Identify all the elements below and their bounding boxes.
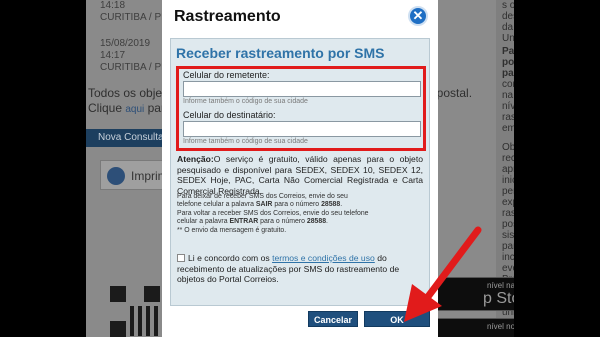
sender-phone-input[interactable] — [183, 81, 421, 97]
restart-line-2: celular a palavra ENTRAR para o número 2… — [177, 218, 328, 226]
restart-number: 28588 — [306, 218, 327, 226]
stop-line-2-post: para o número — [274, 201, 320, 209]
history-time: 14:18 — [100, 0, 126, 11]
panel-title: Receber rastreamento por SMS — [176, 45, 385, 61]
right-letterbox — [514, 0, 600, 337]
history-row: 14:18 CURITIBA / PR — [100, 0, 168, 24]
attention-label: Atenção: — [177, 154, 214, 164]
history-place: CURITIBA / PR — [100, 12, 169, 23]
annotation-arrow-icon — [404, 226, 482, 322]
qr-code — [110, 286, 160, 337]
history-date: 15/08/2019 — [100, 38, 151, 49]
click-here-line: Clique aqui para — [88, 101, 172, 115]
printer-icon — [107, 167, 125, 185]
stop-line-2: telefone celular a palavra SAIR para o n… — [177, 201, 343, 209]
restart-line-2-post: para o número — [260, 218, 305, 226]
store-badge-big-text: p Store — [483, 290, 514, 307]
history-time: 14:17 — [100, 50, 126, 61]
recipient-hint: Informe também o código de sua cidade — [183, 138, 308, 145]
recipient-label: Celular do destinatário: — [183, 110, 276, 120]
sidebar-text-top: s operadores d destino disponív da UPU -… — [502, 0, 514, 44]
agree-text-pre: Li e concordo com os — [188, 253, 270, 263]
click-here-link[interactable]: aqui — [125, 104, 144, 115]
tracking-modal: Rastreamento ✕ Receber rastreamento por … — [162, 0, 438, 337]
left-letterbox — [0, 0, 86, 337]
close-icon[interactable]: ✕ — [408, 6, 428, 26]
modal-title: Rastreamento — [174, 8, 281, 25]
terms-checkbox[interactable] — [177, 254, 185, 262]
attention-text: O serviço é gratuito, válido apenas para… — [177, 154, 423, 196]
stop-keyword: SAIR — [255, 201, 273, 209]
sidebar-heading: Para os objetos postados no Ex para o Br… — [502, 46, 514, 79]
cancel-button[interactable]: Cancelar — [308, 311, 358, 327]
notice-text-start: Todos os objet — [88, 86, 166, 100]
recipient-phone-input[interactable] — [183, 121, 421, 137]
restart-keyword: ENTRAR — [229, 218, 259, 226]
sidebar-body: contratado pelo na origem deter nível de… — [502, 79, 514, 134]
store-badge-small-text: nível na — [487, 281, 514, 290]
sender-label: Celular do remetente: — [183, 70, 270, 80]
terms-link[interactable]: termos e condições de uso — [272, 253, 375, 263]
sender-hint: Informe também o código de sua cidade — [183, 98, 308, 105]
terms-agreement: Li e concordo com os termos e condições … — [177, 253, 425, 285]
sms-panel: Receber rastreamento por SMS Celular do … — [170, 38, 430, 306]
attention-notice: Atenção:O serviço é gratuito, válido ape… — [177, 154, 423, 196]
restart-line-1: Para voltar a receber SMS dos Correios, … — [177, 209, 369, 217]
store-badge-small-text: nível no — [487, 322, 514, 331]
history-place: CURITIBA / PR — [100, 62, 169, 73]
sms-instructions: Para deixar de receber SMS dos Correios,… — [177, 193, 423, 235]
stop-number: 28588 — [321, 201, 341, 209]
history-row: 15/08/2019 14:17 CURITIBA / PR — [100, 38, 168, 74]
highlight-box: Celular do remetente: Informe também o c… — [176, 66, 426, 151]
stop-line-1: Para deixar de receber SMS dos Correios,… — [177, 193, 348, 200]
restart-line-2-pre: celular a palavra — [177, 218, 228, 226]
click-here-text: Clique — [88, 101, 123, 115]
free-note: ** O envio da mensagem é gratuito. — [177, 226, 287, 234]
stop-line-2-pre: telefone celular a palavra — [177, 201, 254, 209]
